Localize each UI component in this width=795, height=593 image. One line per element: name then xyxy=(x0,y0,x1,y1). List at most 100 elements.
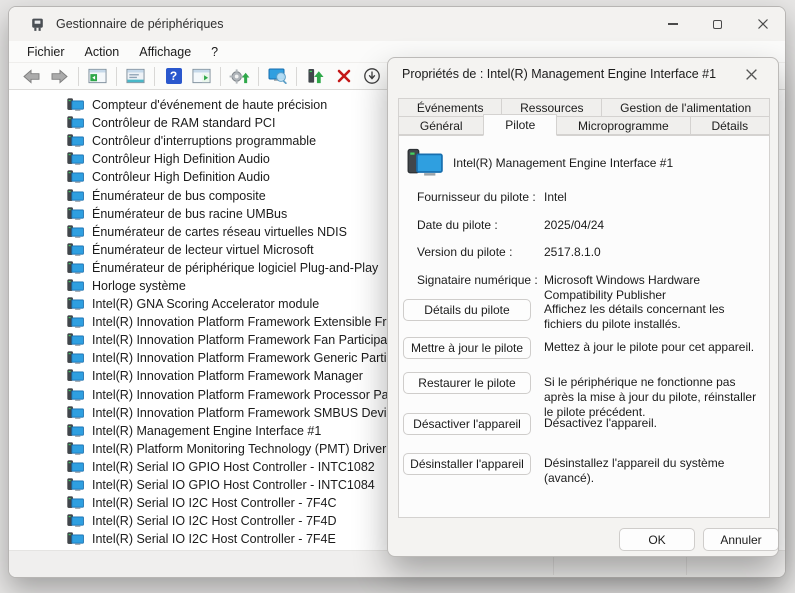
properties-button[interactable] xyxy=(123,65,148,88)
tab[interactable]: Gestion de l'alimentation xyxy=(601,98,770,117)
help-button[interactable]: ? xyxy=(161,65,186,88)
device-manager-icon xyxy=(29,16,46,33)
device-name: Contrôleur d'interruptions programmable xyxy=(92,134,316,148)
menu-fichier[interactable]: Fichier xyxy=(17,41,75,62)
update-driver-button[interactable] xyxy=(303,65,328,88)
field-value: Microsoft Windows Hardware Compatibility… xyxy=(544,273,759,303)
tab-strip: Événements Ressources Gestion de l'alime… xyxy=(398,98,770,136)
device-name: Intel(R) Serial IO I2C Host Controller -… xyxy=(92,532,336,546)
scan-hardware-changes-button[interactable] xyxy=(227,65,252,88)
system-device-icon xyxy=(67,442,85,456)
toolbar-separator xyxy=(258,67,259,86)
field-label: Date du pilote : xyxy=(417,218,544,233)
system-device-icon xyxy=(67,388,85,402)
help-icon: ? xyxy=(166,68,182,84)
update-driver-icon xyxy=(307,68,325,85)
driver-field-row: Version du pilote : 2517.8.1.0 xyxy=(417,245,759,260)
toolbar-separator xyxy=(220,67,221,86)
computer-search-icon xyxy=(268,68,288,84)
driver-action-button[interactable]: Désinstaller l'appareil xyxy=(403,453,531,475)
device-name: Intel(R) Management Engine Interface #1 xyxy=(92,424,321,438)
menu-action[interactable]: Action xyxy=(75,41,130,62)
device-name: Intel(R) Serial IO GPIO Host Controller … xyxy=(92,478,375,492)
minimize-button[interactable] xyxy=(650,7,695,41)
action-pane-icon xyxy=(192,68,211,84)
driver-action-description: Désactivez l'appareil. xyxy=(544,413,763,431)
device-name: Énumérateur de lecteur virtuel Microsoft xyxy=(92,243,314,257)
forward-button[interactable] xyxy=(47,65,72,88)
driver-action-button[interactable]: Détails du pilote xyxy=(403,299,531,321)
tab[interactable]: Général xyxy=(398,116,484,135)
disable-device-button[interactable] xyxy=(359,65,384,88)
back-button[interactable] xyxy=(19,65,44,88)
system-device-icon xyxy=(67,134,85,148)
system-device-icon xyxy=(67,98,85,112)
toolbar-separator xyxy=(296,67,297,86)
dialog-title-bar: Propriétés de : Intel(R) Management Engi… xyxy=(388,58,778,90)
system-device-icon xyxy=(67,279,85,293)
device-name: Énumérateur de périphérique logiciel Plu… xyxy=(92,261,378,275)
system-device-icon xyxy=(67,460,85,474)
driver-action-button[interactable]: Restaurer le pilote xyxy=(403,372,531,394)
console-tree-icon xyxy=(88,68,107,84)
system-device-icon xyxy=(67,225,85,239)
system-device-icon xyxy=(67,369,85,383)
maximize-button[interactable] xyxy=(695,7,740,41)
title-bar: Gestionnaire de périphériques xyxy=(9,7,785,41)
field-value: 2025/04/24 xyxy=(544,218,759,233)
tab-row-front: Général Pilote Microprogramme Détails xyxy=(398,116,770,136)
system-device-icon xyxy=(67,243,85,257)
close-button[interactable] xyxy=(740,7,785,41)
driver-action-row: Désactiver l'appareil Désactivez l'appar… xyxy=(403,413,763,435)
driver-action-row: Désinstaller l'appareil Désinstallez l'a… xyxy=(403,453,763,486)
system-device-icon xyxy=(67,478,85,492)
close-icon xyxy=(757,18,769,30)
driver-action-button[interactable]: Désactiver l'appareil xyxy=(403,413,531,435)
cancel-button[interactable]: Annuler xyxy=(703,528,779,551)
device-name: Intel(R) Innovation Platform Framework G… xyxy=(92,351,403,365)
properties-dialog: Propriétés de : Intel(R) Management Engi… xyxy=(387,57,779,557)
driver-action-description: Affichez les détails concernant les fich… xyxy=(544,299,763,332)
menu-help[interactable]: ? xyxy=(201,41,228,62)
tab[interactable]: Détails xyxy=(690,116,770,135)
system-device-icon xyxy=(67,514,85,528)
device-name: Énumérateur de cartes réseau virtuelles … xyxy=(92,225,347,239)
driver-info: Fournisseur du pilote : Intel Date du pi… xyxy=(417,190,759,315)
field-value: Intel xyxy=(544,190,759,205)
uninstall-x-icon xyxy=(337,69,351,83)
device-name: Contrôleur High Definition Audio xyxy=(92,152,270,166)
remote-computer-button[interactable] xyxy=(265,65,290,88)
ok-button[interactable]: OK xyxy=(619,528,695,551)
device-name: Intel(R) Innovation Platform Framework E… xyxy=(92,315,404,329)
close-icon xyxy=(745,68,758,81)
toolbar-separator xyxy=(154,67,155,86)
driver-action-button[interactable]: Mettre à jour le pilote xyxy=(403,337,531,359)
device-name: Énumérateur de bus racine UMBus xyxy=(92,207,287,221)
system-device-icon xyxy=(67,496,85,510)
driver-action-row: Détails du pilote Affichez les détails c… xyxy=(403,299,763,332)
driver-action-row: Mettre à jour le pilote Mettez à jour le… xyxy=(403,337,763,359)
toolbar-separator xyxy=(78,67,79,86)
driver-field-row: Date du pilote : 2025/04/24 xyxy=(417,218,759,233)
tab[interactable]: Pilote xyxy=(483,114,557,136)
forward-icon xyxy=(50,69,69,84)
device-name: Intel(R) Platform Monitoring Technology … xyxy=(92,442,386,456)
show-console-tree-button[interactable] xyxy=(85,65,110,88)
device-name: Énumérateur de bus composite xyxy=(92,189,266,203)
properties-icon xyxy=(126,68,145,84)
device-name: Intel(R) Innovation Platform Framework S… xyxy=(92,406,400,420)
scan-hardware-icon xyxy=(229,68,250,85)
system-device-icon xyxy=(67,116,85,130)
show-action-pane-button[interactable] xyxy=(189,65,214,88)
system-device-icon xyxy=(67,297,85,311)
system-device-icon xyxy=(67,532,85,546)
device-name: Intel(R) Serial IO I2C Host Controller -… xyxy=(92,514,337,528)
tab[interactable]: Microprogramme xyxy=(556,116,690,135)
back-icon xyxy=(22,69,41,84)
dialog-title: Propriétés de : Intel(R) Management Engi… xyxy=(402,67,716,81)
dialog-close-button[interactable] xyxy=(736,61,766,87)
menu-affichage[interactable]: Affichage xyxy=(129,41,201,62)
uninstall-device-button[interactable] xyxy=(331,65,356,88)
device-name: Intel(R) Serial IO GPIO Host Controller … xyxy=(92,460,375,474)
system-device-icon xyxy=(67,152,85,166)
